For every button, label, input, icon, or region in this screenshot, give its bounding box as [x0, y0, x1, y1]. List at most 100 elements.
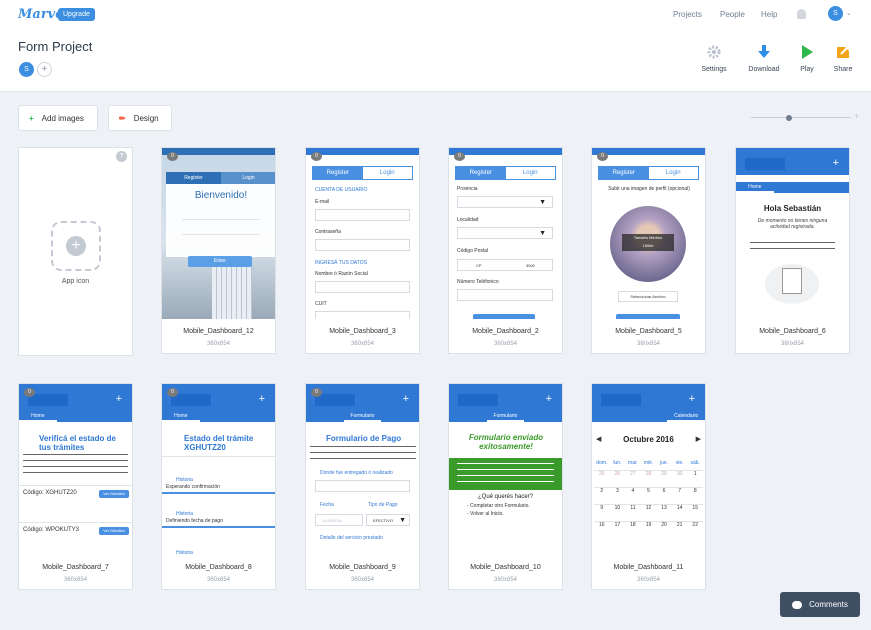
screen-name[interactable]: Mobile_Dashboard_8	[162, 564, 275, 571]
screen-card[interactable]: + Formulario Formulario enviado exitosam…	[448, 383, 563, 590]
cuit-field	[315, 311, 410, 319]
screen-name[interactable]: Mobile_Dashboard_3	[306, 328, 419, 335]
enter-button: Enter	[188, 256, 252, 267]
header-logo	[458, 394, 498, 406]
tab-home: Home	[736, 182, 774, 193]
screen-card[interactable]: 0 Register Login Subir una imagen de perf…	[591, 147, 706, 354]
section-data: INGRESÁ TUS DATOS	[315, 260, 367, 266]
user-avatar[interactable]: S	[828, 6, 843, 21]
app-icon-dropzone[interactable]: +	[51, 221, 101, 271]
member-avatar[interactable]: S	[19, 62, 34, 77]
postal-label: Código Postal	[457, 248, 489, 254]
greeting-title: Hola Sebastián	[763, 204, 822, 213]
add-images-button[interactable]: + Add images	[18, 105, 98, 131]
calendar-day: 22	[687, 521, 703, 538]
app-icon-card[interactable]: ? + App icon	[18, 147, 133, 356]
screen-name[interactable]: Mobile_Dashboard_9	[306, 564, 419, 571]
screen-thumbnail[interactable]: 0 Register Login Subir una imagen de perf…	[592, 148, 705, 319]
comments-button[interactable]: Comments	[780, 592, 860, 617]
status-bar	[162, 148, 275, 155]
calendar-day: 29	[656, 470, 672, 487]
form-description	[310, 446, 416, 462]
screen-name[interactable]: Mobile_Dashboard_12	[162, 328, 275, 335]
add-icon: +	[66, 236, 86, 256]
history-status: Esperando confirmación	[166, 484, 220, 490]
screen-thumbnail[interactable]: + Calendario ◀ Octubre 2016 ▶ dom. lun. ma…	[592, 384, 705, 555]
app-header: +	[306, 391, 419, 411]
zoom-in-icon[interactable]: +	[854, 111, 859, 121]
screen-size: 360x854	[493, 341, 518, 347]
tab-blank	[811, 182, 849, 193]
cp-label: CP	[476, 263, 482, 268]
screen-card[interactable]: 0 + Home Verificá el estado de tus trámi…	[18, 383, 133, 590]
tab-login: Login	[665, 170, 681, 176]
screen-thumbnail[interactable]: 0 + Formulario Formulario de Pago Donde …	[306, 384, 419, 555]
screen-thumbnail[interactable]: 0 + Home Verificá el estado de tus trámi…	[19, 384, 132, 555]
screen-card[interactable]: + Calendario ◀ Octubre 2016 ▶ dom. lun. ma…	[591, 383, 706, 590]
add-images-label: Add images	[41, 113, 84, 123]
screen-thumbnail[interactable]: 0 Register Login Provincia ▼ Localidad ▼ …	[449, 148, 562, 319]
province-select: ▼	[457, 196, 553, 208]
password-field	[182, 234, 260, 235]
register-login-tabs: Register Login	[455, 166, 556, 180]
header-logo	[28, 394, 68, 406]
screen-card[interactable]: + Home Hola Sebastián De momento no tien…	[735, 147, 850, 354]
screen-name[interactable]: Mobile_Dashboard_6	[736, 328, 849, 335]
tab-blank	[630, 411, 668, 422]
screen-card[interactable]: 0 Register Login Provincia ▼ Localidad ▼ …	[448, 147, 563, 354]
screen-thumbnail[interactable]: + Home Hola Sebastián De momento no tien…	[736, 148, 849, 319]
back-home-link: - Volver al Inicio.	[467, 511, 504, 517]
upgrade-button[interactable]: Upgrade	[58, 8, 95, 21]
app-header: +	[162, 391, 275, 411]
screen-card[interactable]: 0 Register Login CUENTA DE USUARIO E-mail…	[305, 147, 420, 354]
screen-thumbnail[interactable]: 0 Register Login CUENTA DE USUARIO E-mail…	[306, 148, 419, 319]
calendar-day: 30	[671, 470, 688, 487]
plus-icon: +	[115, 393, 122, 405]
next-month-icon: ▶	[695, 436, 701, 443]
share-button[interactable]: Share	[821, 44, 865, 73]
tab-home: Home	[19, 411, 57, 422]
calendar-day: 5	[640, 487, 657, 504]
screen-card[interactable]: 0 + Formulario Formulario de Pago Donde …	[305, 383, 420, 590]
payment-type-value: EFECTIVO	[373, 518, 394, 523]
nav-help[interactable]: Help	[761, 10, 777, 19]
screen-name[interactable]: Mobile_Dashboard_11	[592, 564, 705, 571]
screen-name[interactable]: Mobile_Dashboard_10	[449, 564, 562, 571]
screen-name[interactable]: Mobile_Dashboard_5	[592, 328, 705, 335]
screen-name[interactable]: Mobile_Dashboard_7	[19, 564, 132, 571]
tab-login: Login	[221, 172, 275, 184]
settings-button[interactable]: Settings	[692, 44, 736, 73]
comment-count-badge: 0	[167, 152, 178, 161]
comment-count-badge: 0	[167, 388, 178, 397]
screen-card[interactable]: 0 + Home Estado del trámite XGHUTZ20 His…	[161, 383, 276, 590]
screen-thumbnail[interactable]: 0 Register Login Bienvenido! Enter	[162, 148, 275, 319]
nav-people[interactable]: People	[720, 10, 745, 19]
screen-thumbnail[interactable]: 0 + Home Estado del trámite XGHUTZ20 His…	[162, 384, 275, 555]
calendar-day: 3	[609, 487, 626, 504]
nav-projects[interactable]: Projects	[673, 10, 702, 19]
tab-blank	[381, 411, 419, 422]
screen-name[interactable]: Mobile_Dashboard_2	[449, 328, 562, 335]
name-label: Nombre ó Razón Social	[315, 271, 368, 277]
plus-icon: +	[258, 393, 265, 405]
detail-label: Detalle del servicio prestado	[320, 535, 383, 541]
zoom-slider[interactable]: +	[751, 111, 861, 124]
download-button[interactable]: Download	[742, 44, 786, 73]
top-bar: Marvel Upgrade Projects People Help S ⌄ …	[0, 0, 871, 92]
bell-icon[interactable]	[797, 9, 806, 19]
help-icon[interactable]: ?	[116, 151, 127, 162]
design-button[interactable]: ✏ Design	[108, 105, 172, 131]
screen-card[interactable]: 0 Register Login Bienvenido! Enter Mobil…	[161, 147, 276, 354]
payment-form-title: Formulario de Pago	[326, 434, 402, 443]
submit-button	[473, 314, 535, 319]
chevron-down-icon[interactable]: ⌄	[846, 9, 852, 17]
tab-blank	[94, 411, 132, 422]
screen-thumbnail[interactable]: + Formulario Formulario enviado exitosam…	[449, 384, 562, 555]
add-member-button[interactable]: +	[37, 62, 52, 77]
app-icon-label: App icon	[61, 278, 90, 285]
weekday-label: sáb.	[690, 460, 700, 466]
tab-blank	[592, 411, 630, 422]
password-field	[315, 239, 410, 251]
zoom-thumb[interactable]	[786, 115, 792, 121]
where-label: Donde fue entregado ó realizado	[320, 470, 393, 476]
